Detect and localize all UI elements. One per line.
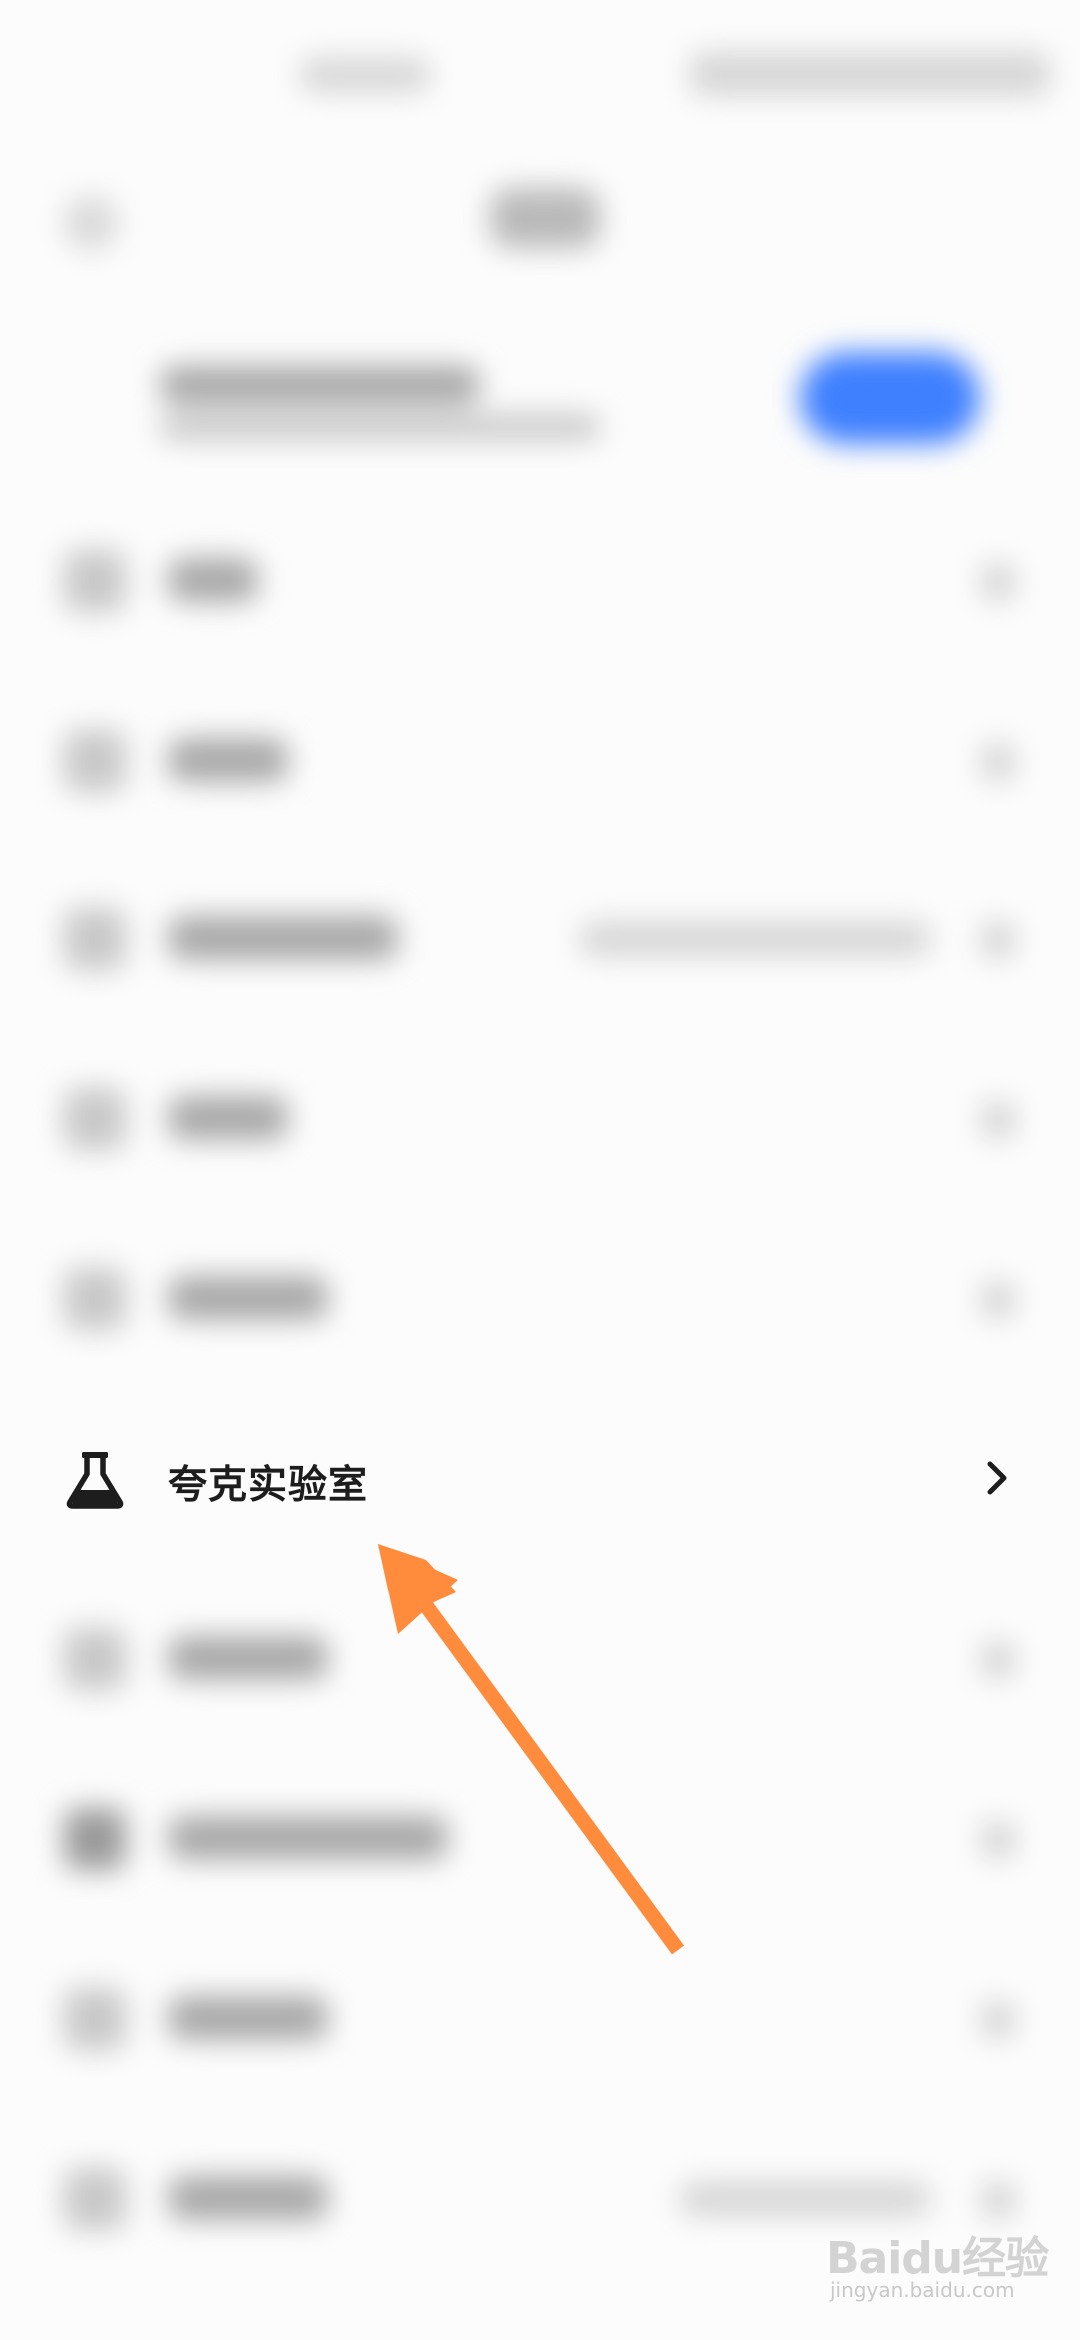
quark-lab-item[interactable]: 夸克实验室 xyxy=(0,1418,1080,1538)
settings-item[interactable] xyxy=(0,520,1080,640)
account-row[interactable] xyxy=(140,348,620,458)
settings-page: 夸克实验室 Baidu经验 jingyan.baidu.com xyxy=(0,0,1080,2340)
login-button[interactable] xyxy=(800,352,980,444)
arrow-pointer-icon xyxy=(378,1544,685,1955)
settings-item[interactable] xyxy=(0,1958,1080,2078)
settings-item[interactable] xyxy=(0,1238,1080,1358)
settings-item[interactable] xyxy=(0,1058,1080,1178)
back-button[interactable] xyxy=(64,196,118,250)
baidu-watermark: Baidu经验 jingyan.baidu.com xyxy=(826,2210,1066,2302)
page-title xyxy=(490,188,600,248)
chevron-right-icon xyxy=(987,1461,1007,1495)
watermark-brand: Baidu经验 xyxy=(826,2233,1049,2284)
quark-lab-label: 夸克实验室 xyxy=(168,1463,369,1508)
settings-item[interactable] xyxy=(0,700,1080,820)
settings-item[interactable] xyxy=(0,878,1080,998)
watermark-domain: jingyan.baidu.com xyxy=(830,2278,1015,2302)
flask-icon xyxy=(66,1452,124,1509)
